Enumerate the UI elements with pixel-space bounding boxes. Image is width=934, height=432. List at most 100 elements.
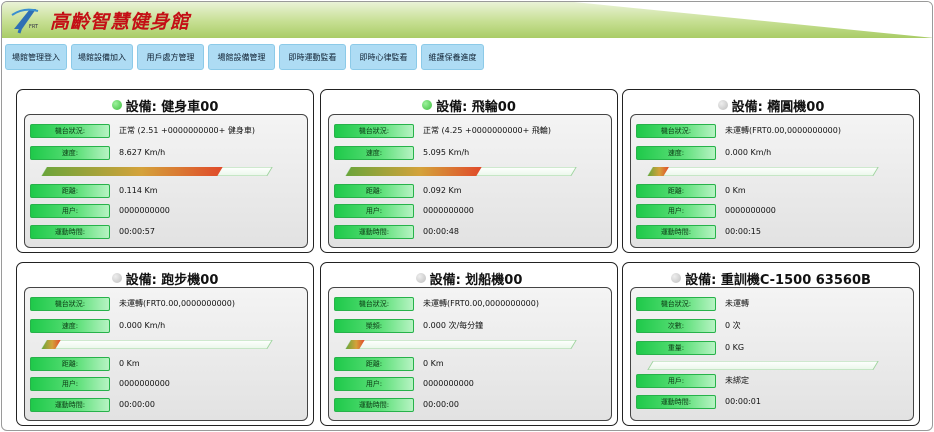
logo-text: FRT [29,24,39,30]
field-value: 0.092 Km [423,186,462,195]
status-dot-icon [671,273,682,283]
device-panel: 機台狀況: 未運轉(FRT0.00,0000000000) 速度: 0.000 Km/… [24,287,308,421]
progress-bar [647,361,879,370]
progress-track [647,361,879,370]
field-value: 0.000 次/每分鐘 [423,321,484,330]
field-label: 機台狀況: [636,124,716,138]
progress-bar [41,167,273,176]
field-label: 距離: [30,184,110,198]
field-value: 00:00:48 [423,227,459,236]
device-card: 設備: 飛輪00 機台狀況: 正常 (4.25 +0000000000+ 飛輪) 速度… [320,89,618,253]
device-panel: 機台狀況: 未運轉 次數: 0 次重量: 0 KG 用戶: 未綁定 運動時間: 00:00:01 [630,287,914,421]
device-card-header: 設備: 健身車00 [17,96,313,115]
field-label: 重量: [636,341,716,355]
field-label: 速度: [636,146,716,160]
device-title: 設備: 重訓機C-1500 63560B [685,272,871,288]
device-panel: 機台狀況: 未運轉(FRT0.00,0000000000) 速度: 0.000 Km/… [630,114,914,248]
field-label: 運動時間: [636,225,716,239]
field-value: 00:00:01 [725,397,761,406]
device-panel: 機台狀況: 未運轉(FRT0.00,0000000000) 槳頻: 0.000 次/每… [328,287,612,421]
field-value: 0000000000 [119,379,170,388]
progress-bar [345,167,577,176]
field-value: 00:00:00 [423,400,459,409]
field-value: 未運轉(FRT0.00,0000000000) [119,299,235,308]
device-card: 設備: 划船機00 機台狀況: 未運轉(FRT0.00,0000000000) 槳頻:… [320,262,618,426]
progress-track [647,167,879,176]
logo-icon [11,8,39,34]
device-card: 設備: 重訓機C-1500 63560B 機台狀況: 未運轉 次數: 0 次重量: 0 K… [622,262,920,426]
field-label: 機台狀況: [30,297,110,311]
field-label: 用户: [636,204,716,218]
field-label: 用户: [30,377,110,391]
progress-bar [41,340,273,349]
header-wedge [574,2,932,38]
status-dot-icon [415,273,426,283]
field-value: 8.627 Km/h [119,148,166,157]
field-label: 距離: [636,184,716,198]
device-title: 設備: 飛輪00 [436,99,516,115]
tab-equipment-management[interactable]: 場館設備管理 [208,44,275,70]
app-window: FRT 高齡智慧健身館 場館管理登入 場館設備加入 用戶處方管理 場館設備管理 … [1,1,933,431]
field-value: 0000000000 [423,379,474,388]
tab-live-heart-rate[interactable]: 即時心律監看 [350,44,417,70]
field-value: 0 Km [725,186,746,195]
status-dot-icon [717,100,728,110]
field-value: 0 次 [725,321,741,330]
field-label: 運動時間: [30,225,110,239]
page-title: 高齡智慧健身館 [50,11,191,33]
progress-bar [647,167,879,176]
tab-prescription[interactable]: 用戶處方管理 [137,44,204,70]
device-card-header: 設備: 划船機00 [321,269,617,288]
field-value: 未綁定 [725,376,749,385]
field-value: 0 KG [725,343,745,352]
field-label: 運動時間: [334,225,414,239]
field-label: 用户: [334,377,414,391]
field-value: 0000000000 [423,206,474,215]
field-label: 槳頻: [334,319,414,333]
field-label: 用戶: [636,374,716,388]
tab-add-equipment[interactable]: 場館設備加入 [71,44,133,70]
device-panel: 機台狀況: 正常 (2.51 +0000000000+ 健身車) 速度: 8.627 … [24,114,308,248]
field-label: 用户: [30,204,110,218]
field-label: 距離: [334,184,414,198]
field-value: 正常 (2.51 +0000000000+ 健身車) [119,126,255,135]
device-card: 設備: 橢圓機00 機台狀況: 未運轉(FRT0.00,0000000000) 速度:… [622,89,920,253]
field-label: 距離: [30,357,110,371]
status-dot-icon [111,273,122,283]
field-value: 00:00:00 [119,400,155,409]
device-card: 設備: 跑步機00 機台狀況: 未運轉(FRT0.00,0000000000) 速度:… [16,262,314,426]
field-label: 距離: [334,357,414,371]
device-title: 設備: 健身車00 [125,99,219,115]
header-banner: FRT 高齡智慧健身館 [2,2,932,38]
field-value: 未運轉(FRT0.00,0000000000) [725,126,841,135]
device-card-header: 設備: 重訓機C-1500 63560B [623,269,919,288]
field-value: 0.114 Km [119,186,158,195]
field-label: 速度: [334,146,414,160]
field-value: 0 Km [119,359,140,368]
field-value: 0.000 Km/h [119,321,166,330]
device-card-header: 設備: 跑步機00 [17,269,313,288]
field-value: 00:00:15 [725,227,761,236]
device-card-header: 設備: 橢圓機00 [623,96,919,115]
field-label: 速度: [30,319,110,333]
field-label: 機台狀況: [334,297,414,311]
field-value: 0000000000 [119,206,170,215]
device-title: 設備: 跑步機00 [125,272,219,288]
device-title: 設備: 划船機00 [429,272,523,288]
device-card: 設備: 健身車00 機台狀況: 正常 (2.51 +0000000000+ 健身車)… [16,89,314,253]
field-value: 5.095 Km/h [423,148,470,157]
field-label: 機台狀況: [30,124,110,138]
field-label: 運動時間: [30,398,110,412]
device-title: 設備: 橢圓機00 [731,99,825,115]
field-value: 0.000 Km/h [725,148,772,157]
progress-track [345,340,577,349]
device-card-header: 設備: 飛輪00 [321,96,617,115]
field-value: 正常 (4.25 +0000000000+ 飛輪) [423,126,551,135]
tab-maintenance[interactable]: 維護保養進度 [421,44,484,70]
tab-venue-login[interactable]: 場館管理登入 [5,44,67,70]
status-dot-icon [111,100,122,110]
tab-live-exercise[interactable]: 即時運動監看 [279,44,346,70]
field-label: 用户: [334,204,414,218]
field-label: 運動時間: [636,395,716,409]
field-label: 機台狀況: [334,124,414,138]
